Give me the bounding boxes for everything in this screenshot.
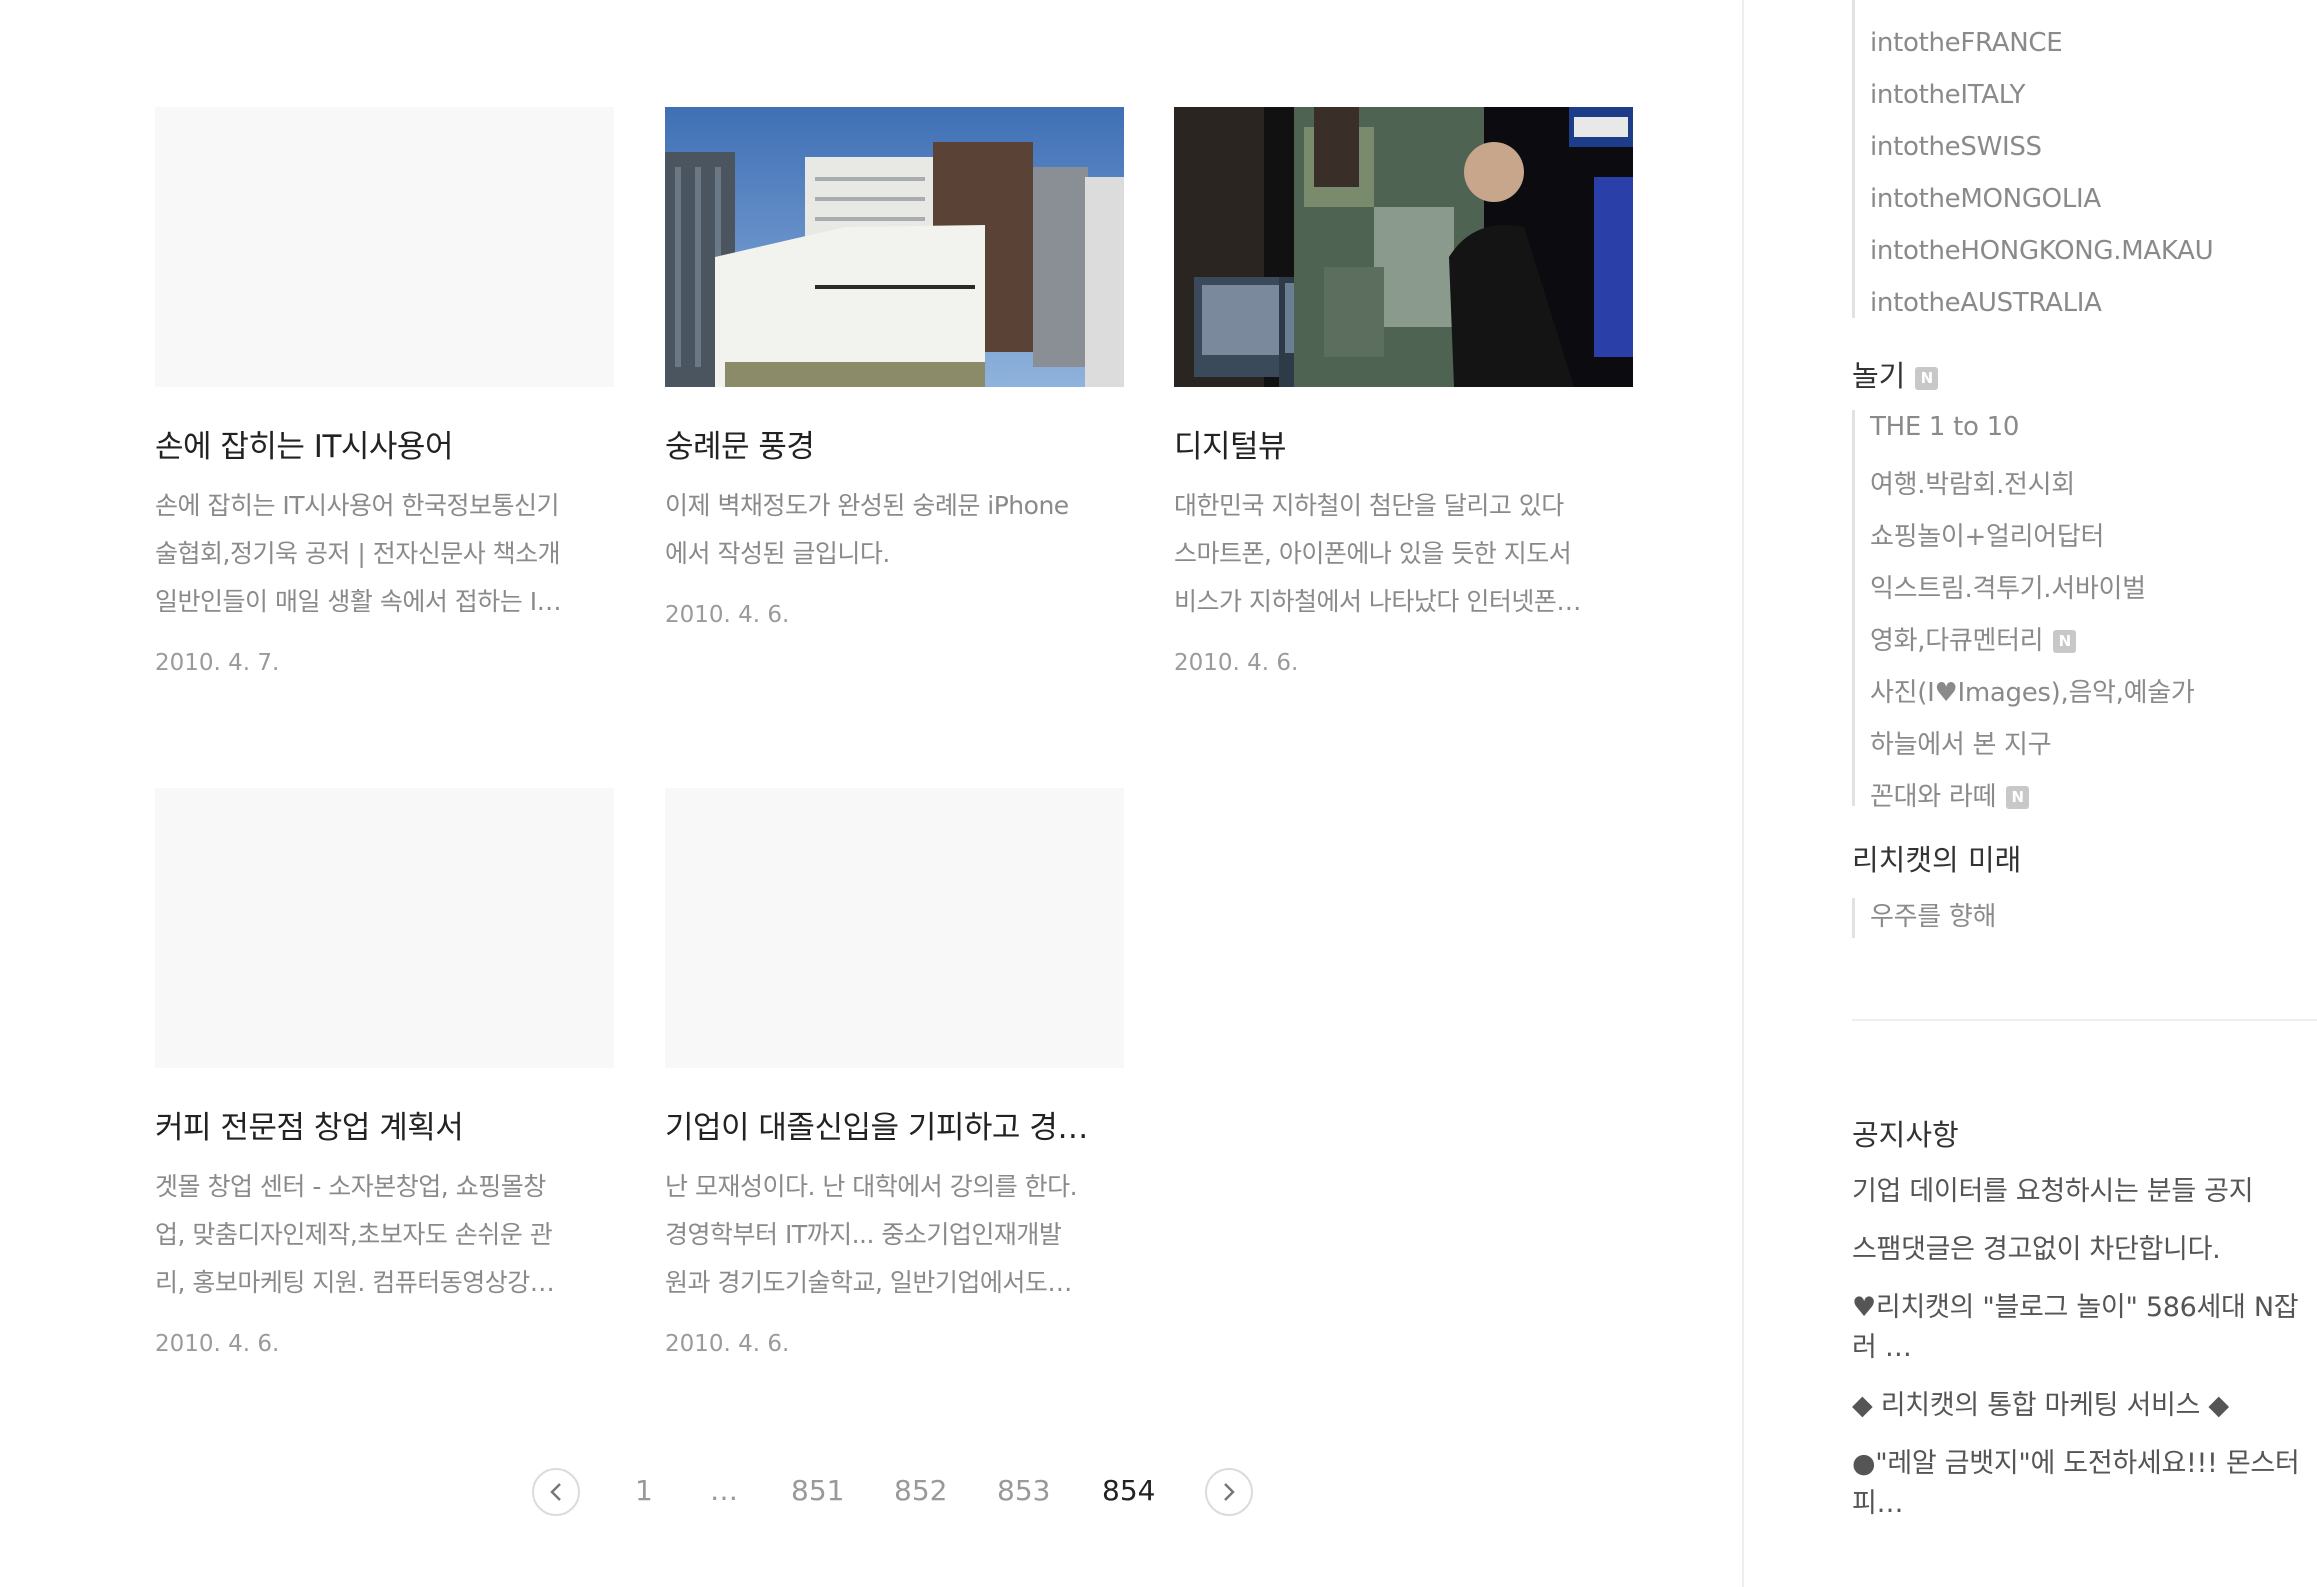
sidebar-item-photo-music[interactable]: 사진(I♥Images),음악,예술가 — [1870, 672, 2195, 709]
sidebar-section-divider — [1852, 1019, 2317, 1021]
post-card[interactable]: 디지털뷰 대한민국 지하철이 첨단을 달리고 있다 스마트폰, 아이폰에나 있을… — [1174, 107, 1633, 676]
page-link-1[interactable]: 1 — [635, 1474, 653, 1507]
post-excerpt: 난 모재성이다. 난 대학에서 강의를 한다. 경영학부터 IT까지... 중소… — [665, 1163, 1124, 1307]
new-badge: N — [2006, 786, 2030, 809]
excerpt-line: 손에 잡히는 IT시사용어 한국정보통신기 — [155, 491, 560, 520]
post-card[interactable]: 손에 잡히는 IT시사용어 손에 잡히는 IT시사용어 한국정보통신기 술협회,… — [155, 107, 614, 676]
post-date: 2010. 4. 7. — [155, 650, 280, 676]
category-play[interactable]: 놀기 N — [1852, 353, 1939, 395]
sidebar: intotheFRANCE intotheITALY intotheSWISS … — [1852, 0, 2317, 1587]
sidebar-item-earth-from-sky[interactable]: 하늘에서 본 지구 — [1870, 724, 2052, 761]
post-title[interactable]: 커피 전문점 창업 계획서 — [155, 1102, 614, 1147]
post-title[interactable]: 기업이 대졸신입을 기피하고 경… — [665, 1102, 1124, 1147]
sidebar-item-movie[interactable]: 영화,다큐멘터리 N — [1870, 620, 2077, 657]
excerpt-line: 술협회,정기욱 공저 | 전자신문사 책소개 — [155, 539, 561, 568]
pagination: 1 … 851 852 853 854 — [532, 1468, 1253, 1518]
post-title[interactable]: 손에 잡히는 IT시사용어 — [155, 421, 614, 466]
sidebar-item-mongolia[interactable]: intotheMONGOLIA — [1870, 184, 2101, 214]
post-thumbnail-placeholder[interactable] — [665, 788, 1124, 1068]
page-link-current[interactable]: 854 — [1102, 1474, 1155, 1507]
sidebar-item-to-space[interactable]: 우주를 향해 — [1870, 896, 1996, 933]
sidebar-item-the-1-to-10[interactable]: THE 1 to 10 — [1870, 412, 2019, 442]
post-thumbnail-placeholder[interactable] — [155, 107, 614, 387]
sidebar-item-label: 꼰대와 라떼 — [1870, 782, 1997, 812]
post-date: 2010. 4. 6. — [155, 1331, 280, 1357]
excerpt-line: 일반인들이 매일 생활 속에서 접하는 I… — [155, 587, 562, 616]
excerpt-line: 업, 맞춤디자인제작,초보자도 손쉬운 관 — [155, 1220, 553, 1249]
notice-item[interactable]: 기업 데이터를 요청하시는 분들 공지 — [1852, 1172, 2317, 1212]
post-excerpt: 손에 잡히는 IT시사용어 한국정보통신기 술협회,정기욱 공저 | 전자신문사… — [155, 482, 614, 626]
digital-view-photo — [1174, 107, 1633, 387]
post-card[interactable]: 숭례문 풍경 이제 벽채정도가 완성된 숭례문 iPhone 에서 작성된 글입… — [665, 107, 1124, 628]
post-date: 2010. 4. 6. — [1174, 650, 1299, 676]
post-card[interactable]: 커피 전문점 창업 계획서 겟몰 창업 센터 - 소자본창업, 쇼핑몰창 업, … — [155, 788, 614, 1357]
category-guide-line — [1852, 898, 1855, 938]
sidebar-item-shopping[interactable]: 쇼핑놀이+얼리어답터 — [1870, 516, 2104, 553]
page-ellipsis: … — [710, 1474, 738, 1507]
page-link-853[interactable]: 853 — [997, 1474, 1050, 1507]
sidebar-item-france[interactable]: intotheFRANCE — [1870, 28, 2063, 58]
post-excerpt: 대한민국 지하철이 첨단을 달리고 있다 스마트폰, 아이폰에나 있을 듯한 지… — [1174, 482, 1633, 626]
sidebar-item-travel-expo[interactable]: 여행.박람회.전시회 — [1870, 464, 2075, 501]
notice-item[interactable]: ●"레알 금뱃지"에 도전하세요!!! 몬스터피… — [1852, 1444, 2317, 1524]
sidebar-divider — [1742, 0, 1744, 1587]
post-title[interactable]: 숭례문 풍경 — [665, 421, 1124, 466]
notice-item[interactable]: ◆ 리치캣의 통합 마케팅 서비스 ◆ — [1852, 1386, 2317, 1426]
category-future[interactable]: 리치캣의 미래 — [1852, 837, 2021, 879]
buildings-photo — [665, 107, 1124, 387]
excerpt-line: 경영학부터 IT까지... 중소기업인재개발 — [665, 1220, 1062, 1249]
post-date: 2010. 4. 6. — [665, 602, 790, 628]
excerpt-line: 스마트폰, 아이폰에나 있을 듯한 지도서 — [1174, 539, 1572, 568]
post-thumbnail-buildings[interactable] — [665, 107, 1124, 387]
page-link-851[interactable]: 851 — [791, 1474, 844, 1507]
post-excerpt: 이제 벽채정도가 완성된 숭례문 iPhone 에서 작성된 글입니다. — [665, 482, 1124, 578]
sidebar-item-australia[interactable]: intotheAUSTRALIA — [1870, 288, 2102, 318]
new-badge: N — [1915, 366, 1939, 390]
sidebar-item-kkondae-latte[interactable]: 꼰대와 라떼 N — [1870, 776, 2030, 813]
next-page-button[interactable] — [1205, 1468, 1253, 1516]
notice-item[interactable]: ♥리치캣의 "블로그 놀이" 586세대 N잡러 … — [1852, 1288, 2317, 1368]
excerpt-line: 원과 경기도기술학교, 일반기업에서도… — [665, 1268, 1072, 1297]
prev-page-button[interactable] — [532, 1468, 580, 1516]
excerpt-line: 비스가 지하철에서 나타났다 인터넷폰… — [1174, 587, 1581, 616]
excerpt-line: 겟몰 창업 센터 - 소자본창업, 쇼핑몰창 — [155, 1172, 546, 1201]
sidebar-item-extreme[interactable]: 익스트림.격투기.서바이벌 — [1870, 568, 2146, 605]
sidebar-item-hongkong-makau[interactable]: intotheHONGKONG.MAKAU — [1870, 236, 2214, 266]
chevron-left-icon — [550, 1483, 561, 1501]
sidebar-item-swiss[interactable]: intotheSWISS — [1870, 132, 2042, 162]
excerpt-line: 리, 홍보마케팅 지원. 컴퓨터동영상강… — [155, 1268, 555, 1297]
notice-item[interactable]: 스팸댓글은 경고없이 차단합니다. — [1852, 1230, 2317, 1270]
post-date: 2010. 4. 6. — [665, 1331, 790, 1357]
page-link-852[interactable]: 852 — [894, 1474, 947, 1507]
post-title[interactable]: 디지털뷰 — [1174, 421, 1633, 466]
excerpt-line: 난 모재성이다. 난 대학에서 강의를 한다. — [665, 1172, 1078, 1201]
post-grid: 손에 잡히는 IT시사용어 손에 잡히는 IT시사용어 한국정보통신기 술협회,… — [0, 0, 1742, 1587]
post-thumbnail-placeholder[interactable] — [155, 788, 614, 1068]
category-guide-line — [1852, 0, 1855, 318]
chevron-right-icon — [1224, 1483, 1235, 1501]
post-card[interactable]: 기업이 대졸신입을 기피하고 경… 난 모재성이다. 난 대학에서 강의를 한다… — [665, 788, 1124, 1357]
category-guide-line — [1852, 410, 1855, 806]
sidebar-item-label: 영화,다큐멘터리 — [1870, 626, 2044, 656]
post-excerpt: 겟몰 창업 센터 - 소자본창업, 쇼핑몰창 업, 맞춤디자인제작,초보자도 손… — [155, 1163, 614, 1307]
notice-title: 공지사항 — [1852, 1118, 1959, 1152]
excerpt-line: 이제 벽채정도가 완성된 숭례문 iPhone — [665, 491, 1069, 520]
sidebar-item-italy[interactable]: intotheITALY — [1870, 80, 2025, 110]
category-title: 놀기 — [1852, 359, 1906, 393]
new-badge: N — [2053, 630, 2077, 653]
post-thumbnail-digitalview[interactable] — [1174, 107, 1633, 387]
excerpt-line: 에서 작성된 글입니다. — [665, 539, 890, 568]
excerpt-line: 대한민국 지하철이 첨단을 달리고 있다 — [1174, 491, 1564, 520]
